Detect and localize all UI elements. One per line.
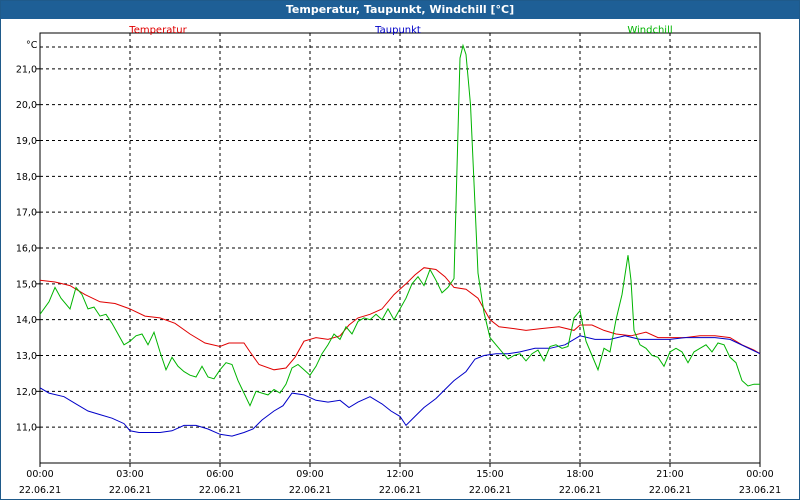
x-tick-time: 12:00 xyxy=(386,469,413,480)
legend-item-temperatur: Temperatur xyxy=(128,25,187,36)
x-tick-time: 00:00 xyxy=(26,469,53,480)
x-tick-time: 21:00 xyxy=(656,469,683,480)
line-chart: 11,0 12,0 13,0 14,0 15,0 16,0 17,0 18,0 19,0 20,0… xyxy=(16,25,781,496)
legend-item-windchill: Windchill xyxy=(627,25,672,36)
y-tick-label: 14,0 xyxy=(16,315,37,326)
x-tick-time: 03:00 xyxy=(116,469,143,480)
y-tick-label: 11,0 xyxy=(16,423,37,434)
grid-lines xyxy=(40,33,760,463)
y-axis-label: °C xyxy=(26,40,38,51)
x-tick-date: 22.06.21 xyxy=(109,485,151,496)
x-tick-date: 22.06.21 xyxy=(469,485,511,496)
x-tick-date: 22.06.21 xyxy=(649,485,691,496)
x-tick-time: 06:00 xyxy=(206,469,233,480)
series-line-taupunkt xyxy=(39,335,761,437)
x-tick-date: 22.06.21 xyxy=(559,485,601,496)
y-tick-label: 21,0 xyxy=(16,64,37,75)
y-tick-label: 17,0 xyxy=(16,208,37,219)
y-tick-label: 18,0 xyxy=(16,172,37,183)
x-tick-date: 22.06.21 xyxy=(289,485,331,496)
x-tick-time: 18:00 xyxy=(566,469,593,480)
x-tick-time: 00:00 xyxy=(746,469,773,480)
y-axis-ticks: 11,0 12,0 13,0 14,0 15,0 16,0 17,0 18,0 19,0 20,0… xyxy=(16,64,40,434)
x-tick-date: 23.06.21 xyxy=(739,485,781,496)
y-tick-label: 12,0 xyxy=(16,387,37,398)
x-tick-date: 22.06.21 xyxy=(19,485,61,496)
x-axis-ticks: 00:00 22.06.21 03:00 22.06.21 06:00 22.06.21 0… xyxy=(19,463,781,496)
x-tick-time: 15:00 xyxy=(476,469,503,480)
y-tick-label: 13,0 xyxy=(16,351,37,362)
y-tick-label: 20,0 xyxy=(16,100,37,111)
y-tick-label: 15,0 xyxy=(16,279,37,290)
series-line-temperatur xyxy=(39,267,761,371)
x-tick-date: 22.06.21 xyxy=(199,485,241,496)
x-tick-time: 09:00 xyxy=(296,469,323,480)
y-tick-label: 16,0 xyxy=(16,244,37,255)
legend: Temperatur Taupunkt Windchill xyxy=(128,25,672,36)
y-tick-label: 19,0 xyxy=(16,136,37,147)
legend-item-taupunkt: Taupunkt xyxy=(374,25,421,36)
x-tick-date: 22.06.21 xyxy=(379,485,421,496)
